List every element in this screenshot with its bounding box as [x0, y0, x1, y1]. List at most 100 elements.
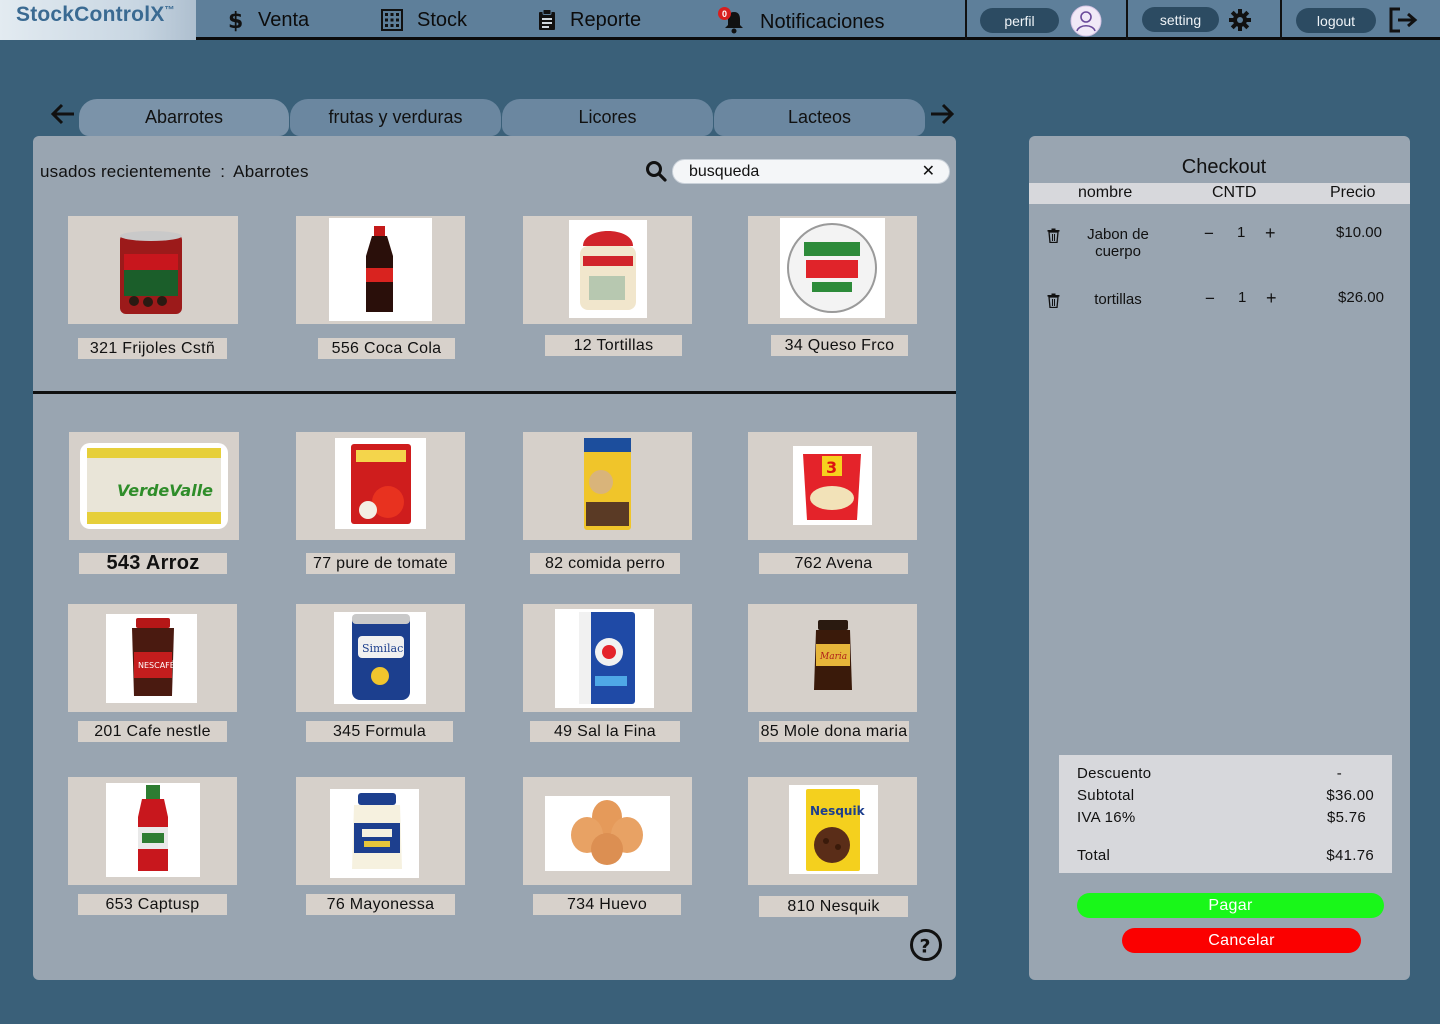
product-card-image[interactable] [748, 216, 917, 324]
product-card-image[interactable] [296, 216, 465, 324]
checkout-title: Checkout [1181, 156, 1267, 178]
subtotal-label: Subtotal [1077, 787, 1135, 804]
clear-search-icon[interactable]: ✕ [922, 163, 935, 181]
product-card-image[interactable]: VerdeValle [69, 432, 239, 540]
nav-venta[interactable]: $ Venta [226, 5, 309, 35]
increase-qty-button[interactable]: + [1265, 223, 1276, 244]
total-label: Total [1077, 847, 1111, 864]
total-value: $41.76 [1326, 847, 1374, 864]
item-qty: 1 [1238, 289, 1247, 306]
product-label: 321 Frijoles Cstñ [78, 338, 227, 359]
mole-jar-icon: Maria [814, 620, 852, 690]
recent-label: usados recientemente : Abarrotes [40, 162, 309, 182]
nav-notificaciones[interactable]: 0 Notificaciones [718, 7, 885, 37]
gear-icon[interactable] [1228, 8, 1252, 32]
item-qty: 1 [1237, 224, 1246, 241]
recent-category: Abarrotes [233, 162, 309, 181]
product-card-image[interactable] [523, 604, 692, 712]
order-summary: Descuento - Subtotal $36.00 IVA 16% $5.7… [1059, 755, 1392, 873]
product-label: 653 Captusp [78, 894, 227, 915]
tabs-next-arrow-icon[interactable] [929, 102, 955, 126]
nav-stock[interactable]: Stock [381, 5, 467, 35]
avatar-icon[interactable] [1070, 5, 1102, 37]
recent-separator: : [220, 162, 226, 181]
increase-qty-button[interactable]: + [1266, 288, 1277, 309]
product-card-image[interactable] [296, 777, 465, 885]
rice-bag-icon: VerdeValle [87, 448, 221, 524]
svg-text:VerdeValle: VerdeValle [117, 481, 213, 500]
nav-stock-label: Stock [417, 8, 468, 31]
item-price: $26.00 [1338, 289, 1384, 306]
notification-badge: 0 [718, 7, 731, 20]
product-label: 734 Huevo [533, 894, 681, 915]
cheese-tub-icon [787, 223, 877, 313]
trash-icon[interactable] [1047, 293, 1060, 308]
grid-icon [381, 9, 403, 31]
tab-frutas-y-verduras[interactable]: frutas y verduras [290, 99, 501, 136]
checkout-header: nombre CNTD Precio [1029, 183, 1410, 204]
product-card-image[interactable]: Maria [748, 604, 917, 712]
product-label: 543 Arroz [79, 552, 227, 574]
tab-abarrotes[interactable]: Abarrotes [79, 99, 289, 136]
product-label: 82 comida perro [530, 553, 680, 574]
tortilla-bag-icon [580, 231, 636, 310]
product-card-image[interactable] [68, 777, 237, 885]
ketchup-bottle-icon [138, 785, 168, 871]
nav-reporte[interactable]: Reporte [538, 5, 641, 35]
soda-bottle-icon [366, 226, 393, 312]
nav-notificaciones-label: Notificaciones [760, 10, 885, 33]
svg-text:Maria: Maria [819, 652, 847, 662]
header-qty: CNTD [1212, 184, 1257, 201]
product-label: 49 Sal la Fina [530, 721, 680, 742]
logo[interactable]: StockControlX™ [0, 0, 196, 40]
tabs-prev-arrow-icon[interactable] [50, 102, 76, 126]
report-icon [539, 9, 555, 30]
tab-licores[interactable]: Licores [502, 99, 713, 136]
nav-venta-label: Venta [258, 8, 310, 31]
header-price: Precio [1330, 184, 1376, 201]
logout-icon[interactable] [1388, 7, 1418, 33]
svg-text:?: ? [920, 936, 931, 958]
decrease-qty-button[interactable]: − [1205, 289, 1215, 309]
product-card-image[interactable] [523, 777, 692, 885]
product-label: 77 pure de tomate [306, 553, 455, 574]
cancel-button[interactable]: Cancelar [1122, 928, 1361, 953]
checkout-panel: Checkout nombre CNTD Precio Jabon de cue… [1029, 136, 1410, 980]
trash-icon[interactable] [1047, 228, 1060, 243]
product-label: 12 Tortillas [545, 335, 682, 356]
product-card-image[interactable]: NESCAFÉ [68, 604, 237, 712]
search-icon[interactable] [645, 160, 667, 182]
section-divider [33, 391, 956, 394]
cereal-box-icon: Nesquik [806, 789, 866, 871]
decrease-qty-button[interactable]: − [1204, 224, 1214, 244]
eggs-icon [571, 800, 643, 865]
product-card-image[interactable] [68, 216, 238, 324]
products-panel: usados recientemente : Abarrotes ✕ 321 F… [33, 136, 956, 980]
nav-divider [1280, 0, 1282, 40]
tab-lacteos[interactable]: Lacteos [714, 99, 925, 136]
product-label: 345 Formula [306, 721, 453, 742]
product-card-image[interactable]: 3 [748, 432, 917, 540]
product-card-image[interactable]: Nesquik [748, 777, 917, 885]
setting-button[interactable]: setting [1142, 7, 1219, 32]
logout-button[interactable]: logout [1296, 8, 1376, 33]
item-name: tortillas [1094, 291, 1142, 308]
bell-icon-wrapper: 0 [718, 7, 746, 34]
coffee-jar-icon: NESCAFÉ [132, 618, 175, 696]
product-card-image[interactable]: Similac [296, 604, 465, 712]
checkout-item: tortillas − 1 + $26.00 [1029, 288, 1410, 331]
oats-icon: 3 [803, 454, 861, 520]
search-input[interactable] [689, 162, 909, 182]
help-icon[interactable]: ? [909, 928, 943, 962]
product-label: 810 Nesquik [759, 896, 908, 917]
product-card-image[interactable] [523, 432, 692, 540]
product-label: 556 Coca Cola [318, 338, 455, 359]
subtotal-value: $36.00 [1326, 787, 1374, 804]
product-card-image[interactable] [296, 432, 465, 540]
pay-button[interactable]: Pagar [1077, 893, 1384, 918]
profile-button[interactable]: perfil [980, 8, 1059, 33]
nav-divider [1126, 0, 1128, 40]
product-card-image[interactable] [523, 216, 692, 324]
nav-divider [965, 0, 967, 40]
nav-reporte-label: Reporte [570, 8, 642, 31]
